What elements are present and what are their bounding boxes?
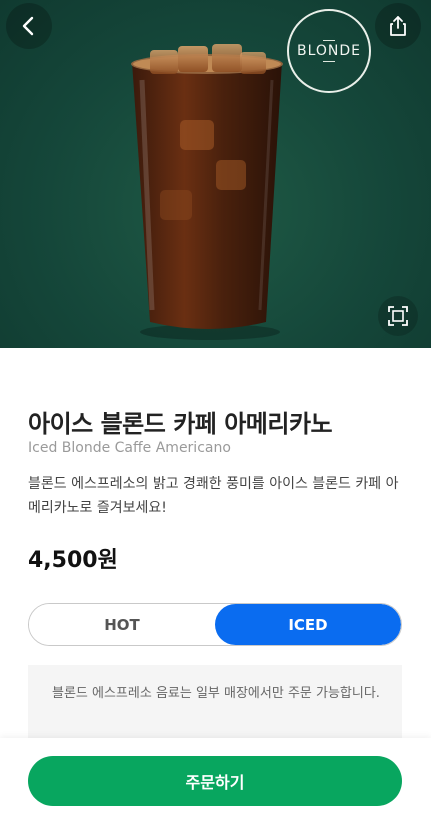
iced-option[interactable]: ICED — [215, 604, 401, 645]
iced-coffee-image — [131, 44, 283, 340]
expand-icon — [388, 306, 408, 326]
expand-image-button[interactable] — [378, 296, 418, 336]
order-button[interactable]: 주문하기 — [28, 756, 402, 806]
bottom-order-bar: 주문하기 — [0, 738, 431, 839]
share-button[interactable] — [375, 3, 421, 49]
badge-divider-top — [323, 40, 335, 41]
product-description: 블론드 에스프레소의 밝고 경쾌한 풍미를 아이스 블론드 카페 아메리카노로 … — [28, 476, 399, 516]
share-icon — [390, 16, 406, 36]
temperature-toggle: HOT ICED — [28, 603, 402, 646]
badge-divider-bottom — [323, 61, 335, 62]
back-button[interactable] — [6, 3, 52, 49]
product-price: 4,500원 — [28, 548, 118, 573]
product-subtitle: Iced Blonde Caffe Americano — [28, 440, 231, 456]
hot-option[interactable]: HOT — [29, 604, 215, 645]
product-title: 아이스 블론드 카페 아메리카노 — [28, 410, 333, 438]
product-hero-image: BLONDE — [0, 0, 431, 348]
availability-notice: 블론드 에스프레소 음료는 일부 매장에서만 주문 가능합니다. — [28, 665, 402, 740]
blonde-badge: BLONDE — [287, 9, 371, 93]
chevron-left-icon — [22, 16, 34, 36]
badge-label: BLONDE — [296, 43, 362, 59]
